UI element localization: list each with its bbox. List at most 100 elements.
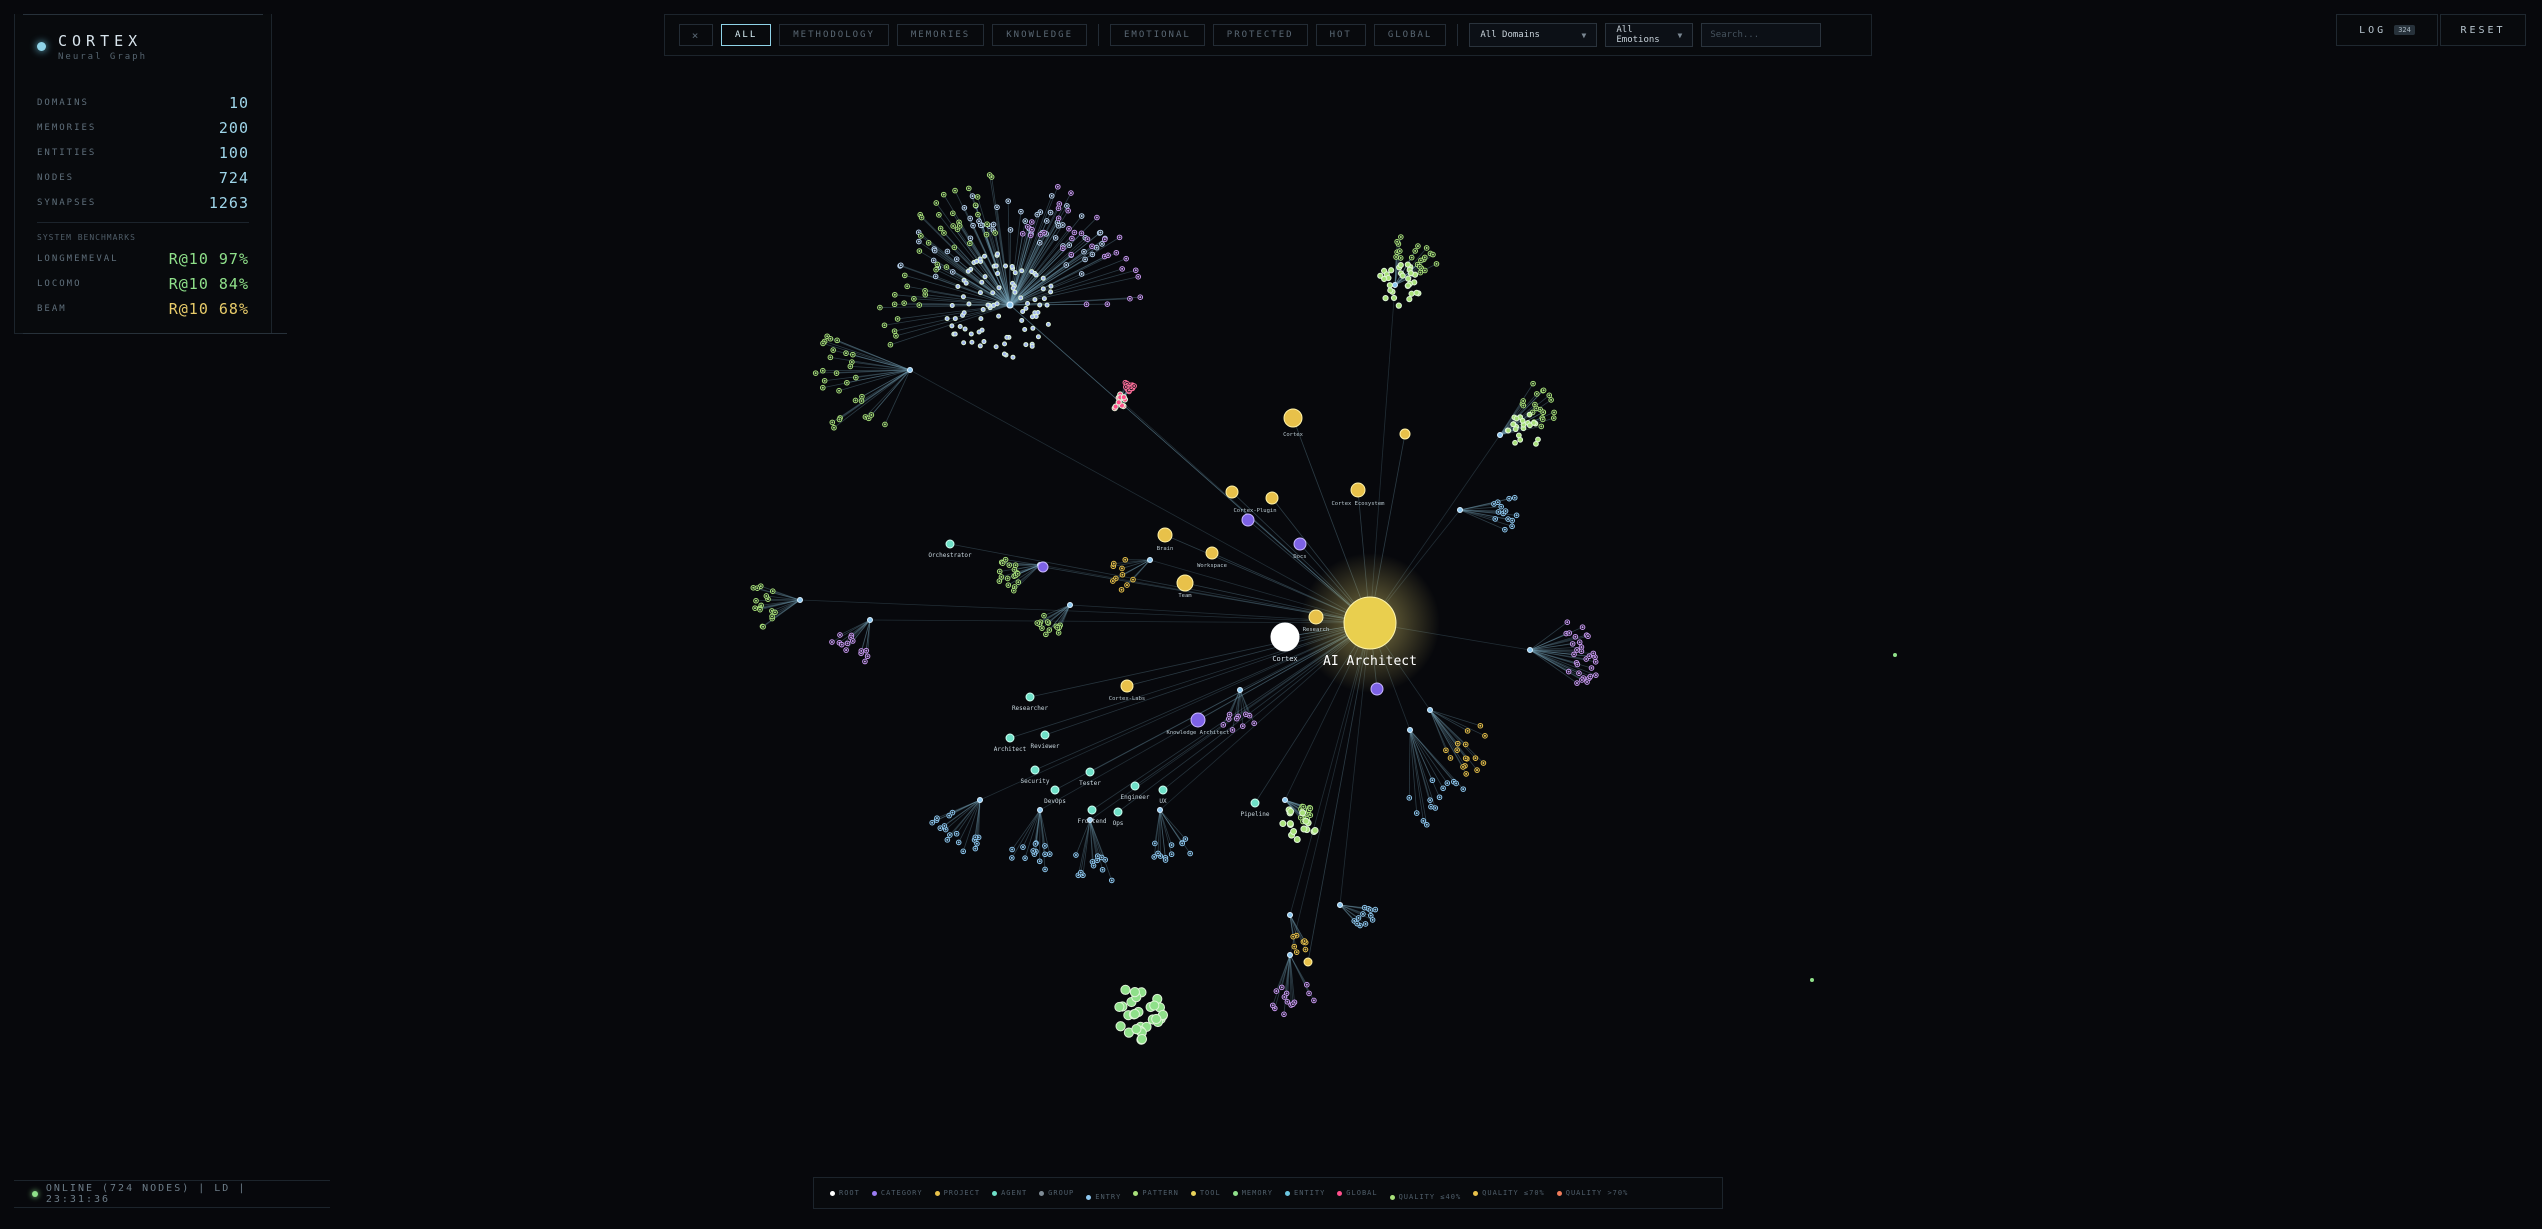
graph-node[interactable] (1058, 202, 1061, 205)
graph-node[interactable] (1018, 295, 1024, 301)
graph-node[interactable] (968, 331, 974, 337)
graph-node[interactable] (830, 641, 833, 644)
graph-node[interactable] (1014, 564, 1017, 567)
graph-node[interactable] (1512, 439, 1518, 446)
graph-node[interactable] (1030, 765, 1040, 775)
graph-node[interactable] (1312, 999, 1315, 1002)
graph-node[interactable] (979, 224, 982, 227)
graph-node[interactable] (1029, 269, 1035, 275)
graph-node[interactable] (849, 636, 853, 639)
graph-node[interactable] (957, 221, 961, 224)
graph-node[interactable] (967, 187, 970, 190)
graph-node[interactable] (1363, 906, 1366, 909)
graph-node[interactable] (1096, 855, 1099, 858)
graph-node[interactable] (1080, 272, 1083, 275)
graph-node[interactable] (986, 223, 989, 226)
graph-node[interactable] (1568, 631, 1571, 635)
graph-node[interactable] (1006, 577, 1009, 580)
graph-node[interactable] (1057, 217, 1060, 220)
graph-node[interactable] (1396, 240, 1399, 243)
graph-node[interactable] (1494, 517, 1497, 520)
graph-node[interactable] (972, 224, 975, 227)
filter-protected-button[interactable]: PROTECTED (1212, 24, 1308, 46)
graph-node[interactable] (985, 233, 988, 236)
graph-node[interactable] (1112, 562, 1115, 565)
graph-node[interactable] (1004, 558, 1007, 561)
graph-node[interactable] (1065, 263, 1068, 267)
graph-node[interactable] (1253, 722, 1256, 725)
graph-node[interactable] (1303, 957, 1313, 967)
graph-node[interactable] (1542, 389, 1545, 392)
graph-node[interactable] (1032, 297, 1038, 303)
graph-node[interactable] (953, 189, 957, 192)
graph-node[interactable] (1361, 912, 1364, 915)
graph-node[interactable] (1124, 558, 1127, 561)
graph-node[interactable] (903, 274, 906, 277)
graph-node[interactable] (1010, 285, 1016, 291)
graph-node[interactable] (1418, 265, 1421, 268)
graph-node[interactable] (1000, 575, 1003, 578)
graph-node[interactable] (1054, 236, 1057, 239)
graph-node[interactable] (1483, 734, 1486, 737)
graph-node[interactable] (1044, 633, 1047, 636)
graph-node[interactable] (951, 270, 954, 273)
graph-node[interactable] (939, 227, 942, 230)
graph-node[interactable] (982, 274, 988, 280)
graph-node[interactable] (996, 285, 1002, 291)
graph-node[interactable] (1190, 712, 1206, 728)
graph-node[interactable] (1120, 394, 1127, 401)
graph-node[interactable] (949, 323, 955, 329)
graph-node[interactable] (992, 223, 995, 226)
graph-node[interactable] (1136, 1033, 1148, 1045)
graph-node[interactable] (903, 302, 906, 305)
graph-node[interactable] (1044, 302, 1050, 308)
graph-node[interactable] (1399, 235, 1402, 239)
graph-node[interactable] (971, 195, 974, 198)
graph-node[interactable] (1592, 652, 1595, 655)
graph-node[interactable] (937, 213, 940, 216)
graph-node[interactable] (1106, 303, 1109, 306)
graph-node[interactable] (952, 316, 958, 322)
graph-node[interactable] (1121, 267, 1124, 270)
graph-node[interactable] (1125, 257, 1128, 260)
graph-node[interactable] (1048, 283, 1054, 289)
graph-node[interactable] (1271, 1004, 1274, 1007)
graph-node[interactable] (1012, 270, 1018, 276)
graph-node[interactable] (1464, 743, 1467, 746)
graph-node[interactable] (1029, 234, 1032, 237)
graph-node[interactable] (917, 231, 920, 234)
graph-node[interactable] (981, 339, 987, 345)
graph-node[interactable] (1067, 209, 1070, 212)
graph-node[interactable] (994, 231, 997, 235)
graph-node[interactable] (1222, 723, 1225, 726)
graph-node[interactable] (1398, 250, 1401, 253)
graph-node[interactable] (1497, 510, 1500, 513)
graph-node[interactable] (1416, 245, 1419, 248)
graph-node[interactable] (1287, 808, 1295, 816)
graph-node[interactable] (866, 655, 869, 658)
graph-node[interactable] (1576, 663, 1579, 666)
graph-node[interactable] (1542, 411, 1545, 414)
graph-node[interactable] (1147, 557, 1153, 563)
graph-node[interactable] (962, 326, 968, 332)
graph-node[interactable] (1158, 785, 1168, 795)
graph-node[interactable] (1302, 817, 1310, 825)
graph-node[interactable] (1030, 220, 1033, 224)
graph-node[interactable] (1515, 514, 1518, 517)
graph-node[interactable] (1522, 399, 1525, 402)
graph-node[interactable] (1056, 626, 1059, 629)
graph-node[interactable] (994, 301, 1000, 307)
graph-node[interactable] (831, 421, 834, 424)
graph-node[interactable] (1419, 271, 1422, 274)
graph-node[interactable] (893, 293, 896, 296)
graph-node[interactable] (1387, 287, 1394, 294)
graph-node[interactable] (1139, 296, 1142, 299)
graph-node[interactable] (1497, 432, 1503, 438)
graph-node[interactable] (1578, 641, 1581, 644)
graph-node[interactable] (762, 625, 765, 628)
graph-node[interactable] (1040, 627, 1043, 630)
graph-node[interactable] (1104, 858, 1107, 861)
graph-node[interactable] (837, 389, 841, 392)
graph-node[interactable] (1029, 314, 1035, 320)
graph-node[interactable] (1019, 268, 1025, 274)
